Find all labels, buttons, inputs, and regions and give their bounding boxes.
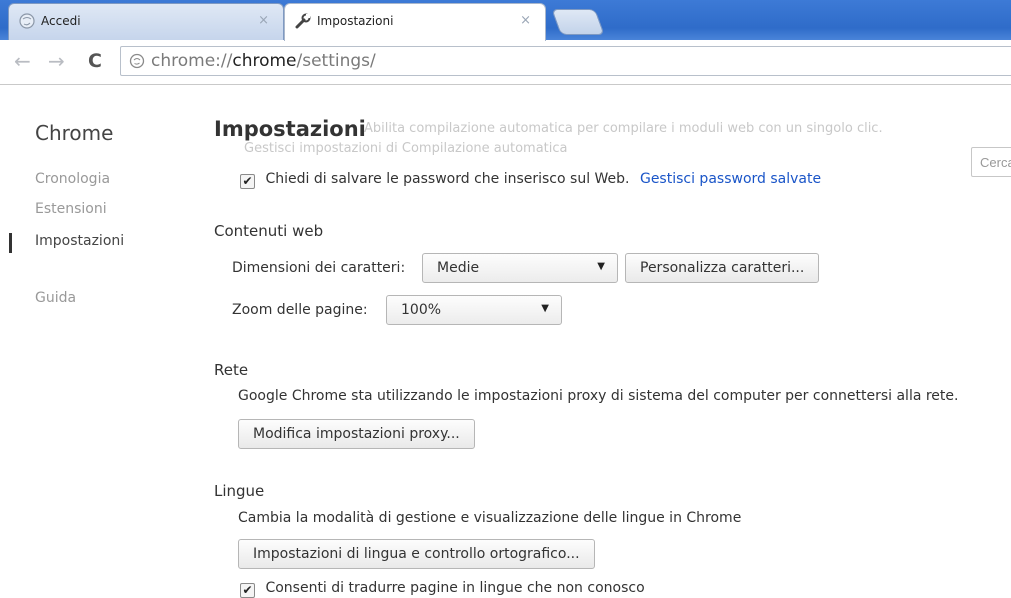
reload-icon[interactable]: C xyxy=(88,50,102,72)
zoom-value: 100% xyxy=(401,302,442,318)
sidebar-item-guida[interactable]: Guida xyxy=(35,290,76,306)
sidebar-item-impostazioni[interactable]: Impostazioni xyxy=(35,233,124,249)
forward-icon[interactable]: → xyxy=(48,50,65,72)
font-size-select[interactable]: Medie ▼ xyxy=(422,253,618,283)
new-tab-button[interactable] xyxy=(551,9,605,35)
dropdown-arrow-icon: ▼ xyxy=(597,261,605,272)
zoom-label: Zoom delle pagine: xyxy=(232,302,368,318)
faded-autofill-link: Gestisci impostazioni di Compilazione au… xyxy=(244,141,568,156)
tab-title: Accedi xyxy=(41,14,81,28)
globe-icon xyxy=(19,13,35,29)
tab-strip: Accedi × Impostazioni × xyxy=(0,0,1011,41)
back-icon[interactable]: ← xyxy=(14,50,31,72)
selection-indicator xyxy=(9,233,12,253)
web-content-heading: Contenuti web xyxy=(214,222,324,240)
zoom-select[interactable]: 100% ▼ xyxy=(386,295,562,325)
languages-description: Cambia la modalità di gestione e visuali… xyxy=(238,510,742,526)
font-size-label: Dimensioni dei caratteri: xyxy=(232,260,406,276)
search-settings-input[interactable] xyxy=(971,147,1011,177)
sidebar-brand: Chrome xyxy=(35,121,114,145)
font-size-value: Medie xyxy=(437,260,480,276)
tab-accedi[interactable]: Accedi × xyxy=(8,3,284,40)
page-title: Impostazioni xyxy=(214,117,366,141)
manage-passwords-link[interactable]: Gestisci password salvate xyxy=(640,171,821,187)
toolbar: ← → C chrome://chrome/settings/ xyxy=(0,40,1011,85)
language-settings-button[interactable]: Impostazioni di lingua e controllo ortog… xyxy=(238,539,595,569)
save-passwords-checkbox[interactable]: ✔ xyxy=(240,174,255,189)
translate-label: Consenti di tradurre pagine in lingue ch… xyxy=(265,580,645,596)
change-proxy-button[interactable]: Modifica impostazioni proxy... xyxy=(238,419,475,449)
page-info-icon[interactable] xyxy=(129,53,145,69)
dropdown-arrow-icon: ▼ xyxy=(541,303,549,314)
save-passwords-label: Chiedi di salvare le password che inseri… xyxy=(265,171,630,187)
tab-title: Impostazioni xyxy=(317,14,394,28)
wrench-icon xyxy=(295,13,311,29)
settings-content: Abilita compilazione automatica per comp… xyxy=(214,85,1011,598)
translate-row: ✔ Consenti di tradurre pagine in lingue … xyxy=(240,580,645,598)
languages-heading: Lingue xyxy=(214,482,265,500)
faded-autofill-text: Abilita compilazione automatica per comp… xyxy=(364,121,883,136)
close-tab-icon[interactable]: × xyxy=(258,13,269,28)
url-text[interactable]: chrome://chrome/settings/ xyxy=(151,51,376,71)
network-heading: Rete xyxy=(214,361,249,379)
translate-checkbox[interactable]: ✔ xyxy=(240,583,255,598)
network-description: Google Chrome sta utilizzando le imposta… xyxy=(238,388,959,404)
sidebar-item-estensioni[interactable]: Estensioni xyxy=(35,201,107,217)
address-bar[interactable]: chrome://chrome/settings/ xyxy=(120,46,1011,76)
tab-impostazioni[interactable]: Impostazioni × xyxy=(284,3,546,41)
close-tab-icon[interactable]: × xyxy=(520,13,531,28)
sidebar-item-cronologia[interactable]: Cronologia xyxy=(35,171,110,187)
save-passwords-row: ✔ Chiedi di salvare le password che inse… xyxy=(240,171,821,189)
customize-fonts-button[interactable]: Personalizza caratteri... xyxy=(625,253,820,283)
sidebar: Chrome Cronologia Estensioni Impostazion… xyxy=(0,85,200,598)
